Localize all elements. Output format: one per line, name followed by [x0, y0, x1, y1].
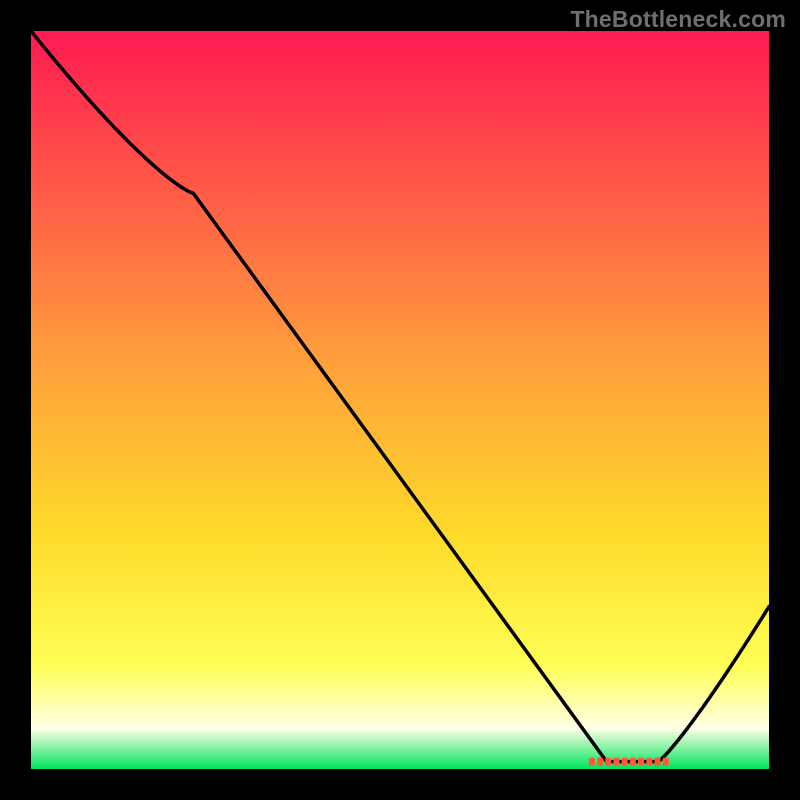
- chart-svg: [31, 31, 769, 769]
- marker-dot: [622, 758, 628, 766]
- marker-dot: [663, 758, 669, 766]
- marker-dot: [638, 758, 644, 766]
- chart-frame: TheBottleneck.com: [0, 0, 800, 800]
- marker-dot: [597, 758, 603, 766]
- marker-dot: [614, 758, 620, 766]
- marker-dot: [605, 758, 611, 766]
- watermark-text: TheBottleneck.com: [570, 6, 786, 33]
- marker-dot: [646, 758, 652, 766]
- marker-dot: [630, 758, 636, 766]
- plot-area: [31, 31, 769, 769]
- gradient-background: [31, 31, 769, 769]
- marker-dot: [655, 758, 661, 766]
- marker-dot: [589, 758, 595, 766]
